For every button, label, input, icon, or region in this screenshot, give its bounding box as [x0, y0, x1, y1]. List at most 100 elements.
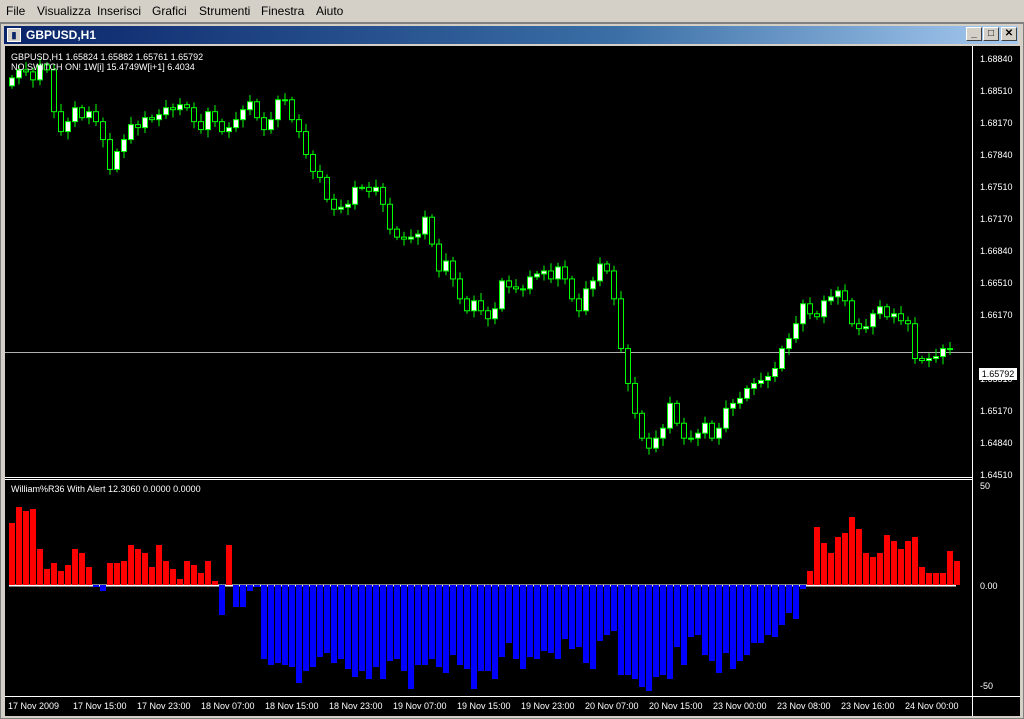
- time-tick: 23 Nov 08:00: [777, 701, 831, 711]
- close-button[interactable]: ✕: [1001, 27, 1017, 41]
- osc-bar: [415, 585, 421, 665]
- osc-bar: [485, 585, 491, 671]
- osc-bar: [268, 585, 274, 665]
- osc-bar: [660, 585, 666, 675]
- candle-body: [842, 290, 848, 302]
- osc-bar: [205, 561, 211, 585]
- candle-body: [457, 278, 463, 300]
- osc-bar: [653, 585, 659, 677]
- osc-bar: [723, 585, 729, 653]
- time-tick: 20 Nov 07:00: [585, 701, 639, 711]
- candle-body: [79, 107, 85, 119]
- time-tick: 24 Nov 00:00: [905, 701, 959, 711]
- time-tick: 18 Nov 07:00: [201, 701, 255, 711]
- osc-bar: [891, 541, 897, 585]
- osc-bar: [422, 585, 428, 665]
- candle-body: [163, 107, 169, 116]
- osc-bar: [198, 573, 204, 585]
- candle-body: [730, 402, 736, 409]
- time-tick: 19 Nov 15:00: [457, 701, 511, 711]
- osc-bar: [296, 585, 302, 683]
- restore-button[interactable]: □: [983, 27, 999, 41]
- price-tick: 1.66510: [980, 278, 1013, 288]
- menu-charts[interactable]: Grafici: [152, 4, 187, 18]
- osc-bar: [352, 585, 358, 677]
- price-tick: 1.67170: [980, 214, 1013, 224]
- osc-bar: [954, 561, 960, 585]
- osc-bar: [23, 511, 29, 585]
- time-tick: 20 Nov 15:00: [649, 701, 703, 711]
- candle-body: [471, 300, 477, 312]
- candle-body: [436, 243, 442, 272]
- osc-bar: [429, 585, 435, 659]
- osc-bar: [114, 563, 120, 585]
- menu-bar: File Visualizza Inserisci Grafici Strume…: [0, 0, 1024, 23]
- candle-body: [506, 280, 512, 288]
- osc-bar: [548, 585, 554, 653]
- osc-bar: [156, 545, 162, 585]
- osc-bar: [9, 523, 15, 585]
- osc-bar: [212, 581, 218, 585]
- osc-bar: [121, 561, 127, 585]
- candle-body: [345, 203, 351, 208]
- osc-bar: [912, 537, 918, 585]
- time-tick: 23 Nov 16:00: [841, 701, 895, 711]
- candle-body: [107, 139, 113, 170]
- osc-bar: [933, 573, 939, 585]
- candle-body: [681, 422, 687, 439]
- minimize-button[interactable]: _: [966, 27, 982, 41]
- candle-body: [856, 323, 862, 330]
- osc-bar: [254, 585, 260, 587]
- candle-body: [296, 119, 302, 133]
- candle-body: [72, 107, 78, 123]
- candle-body: [786, 338, 792, 350]
- window-titlebar[interactable]: ▮ GBPUSD,H1 _ □ ✕: [4, 26, 1018, 44]
- candle-body: [639, 412, 645, 439]
- candle-body: [723, 407, 729, 429]
- osc-bar: [786, 585, 792, 613]
- osc-bar: [751, 585, 757, 643]
- menu-insert[interactable]: Inserisci: [97, 4, 141, 18]
- osc-bar: [471, 585, 477, 689]
- candle-body: [219, 121, 225, 133]
- price-chart-area[interactable]: 1.68840 1.68510 1.68170 1.67840 1.67510 …: [5, 46, 1020, 716]
- osc-bar: [338, 585, 344, 659]
- osc-bar: [443, 585, 449, 673]
- candle-body: [625, 348, 631, 384]
- osc-bar: [184, 561, 190, 585]
- switch-info-line: NO SWITCH ON! 1W[i] 15.4749W[i+1] 6.4034: [11, 62, 195, 72]
- menu-view[interactable]: Visualizza: [37, 4, 91, 18]
- menu-help[interactable]: Aiuto: [316, 4, 343, 18]
- candle-body: [135, 124, 141, 129]
- candle-body: [814, 313, 820, 318]
- menu-file[interactable]: File: [6, 4, 25, 18]
- price-tick: 1.68510: [980, 86, 1013, 96]
- candle-body: [737, 397, 743, 404]
- candle-body: [121, 139, 127, 153]
- candle-body: [618, 298, 624, 350]
- candle-body: [401, 236, 407, 240]
- osc-bar: [107, 563, 113, 585]
- osc-bar: [590, 585, 596, 669]
- osc-bar: [800, 585, 806, 589]
- menu-tools[interactable]: Strumenti: [199, 4, 250, 18]
- candle-body: [674, 402, 680, 424]
- osc-bar: [317, 585, 323, 657]
- osc-bar: [856, 529, 862, 585]
- osc-bar: [464, 585, 470, 669]
- osc-bar: [191, 565, 197, 585]
- candle-body: [520, 288, 526, 291]
- candle-body: [142, 117, 148, 129]
- candle-body: [849, 300, 855, 325]
- osc-bar: [359, 585, 365, 671]
- candle-body: [863, 326, 869, 330]
- menu-window[interactable]: Finestra: [261, 4, 304, 18]
- osc-bar: [898, 549, 904, 585]
- osc-bar: [541, 585, 547, 651]
- symbol-info-line: GBPUSD,H1 1.65824 1.65882 1.65761 1.6579…: [11, 52, 204, 62]
- osc-bar: [387, 585, 393, 661]
- candle-body: [422, 216, 428, 235]
- candle-body: [646, 437, 652, 449]
- price-tick: 1.67840: [980, 150, 1013, 160]
- osc-tick: 0.00: [980, 581, 998, 591]
